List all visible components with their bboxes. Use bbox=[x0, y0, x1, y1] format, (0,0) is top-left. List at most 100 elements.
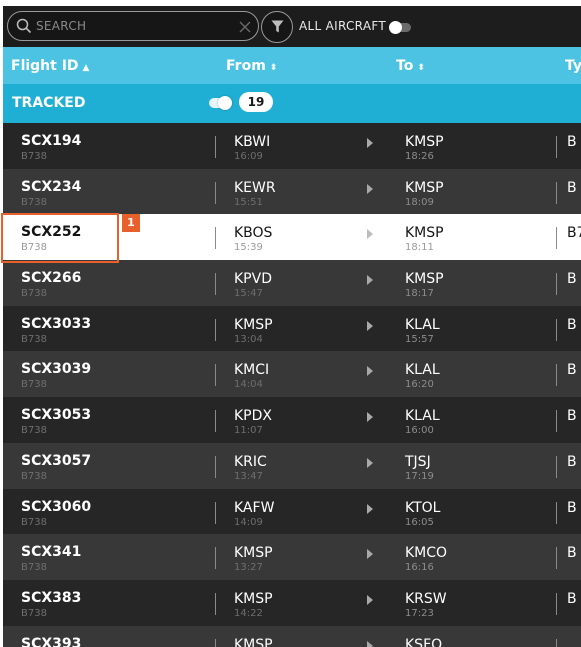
destination-airport: KLAL bbox=[405, 362, 440, 379]
route-arrow-icon bbox=[367, 366, 373, 377]
divider bbox=[556, 227, 557, 250]
origin-airport: KMSP bbox=[234, 636, 273, 647]
flight-id: SCX234 bbox=[21, 178, 82, 195]
highlight-badge: 1 bbox=[122, 214, 140, 232]
destination-airport: KTOL bbox=[405, 499, 441, 516]
flight-id: SCX194 bbox=[21, 133, 82, 149]
arrival-time: 18:11 bbox=[405, 242, 434, 254]
divider bbox=[215, 592, 216, 615]
destination-airport: KMSP bbox=[405, 271, 444, 288]
arrival-time: 17:19 bbox=[405, 470, 434, 482]
flight-row[interactable]: SCX393 KMSP KSFO bbox=[3, 625, 581, 647]
departure-time: 14:22 bbox=[234, 607, 263, 619]
origin-airport: KRIC bbox=[234, 453, 267, 470]
column-type[interactable]: Ty bbox=[565, 58, 581, 74]
origin-airport: KMSP bbox=[234, 316, 273, 333]
type-cell: B bbox=[567, 316, 577, 333]
aircraft-type: B738 bbox=[21, 425, 47, 437]
flight-row[interactable]: SCX266 B738 KPVD 15:47 KMSP 18:17 B bbox=[3, 260, 581, 306]
divider bbox=[215, 410, 216, 433]
origin-airport: KBOS bbox=[234, 225, 273, 242]
column-from[interactable]: From ⬍ bbox=[226, 58, 277, 74]
route-arrow-icon bbox=[367, 183, 373, 194]
sort-icon: ⬍ bbox=[269, 63, 278, 73]
type-cell: B7 bbox=[567, 225, 581, 242]
origin-airport: KPDX bbox=[234, 408, 272, 425]
route-arrow-icon bbox=[367, 457, 373, 468]
column-type-label: Ty bbox=[565, 58, 581, 74]
flight-id: SCX3039 bbox=[21, 361, 92, 378]
divider bbox=[556, 318, 557, 341]
flight-row[interactable]: SCX3057 B738 KRIC 13:47 TJSJ 17:19 B bbox=[3, 442, 581, 489]
flight-id: SCX393 bbox=[21, 635, 82, 647]
aircraft-type: B738 bbox=[21, 196, 47, 208]
column-to-label: To bbox=[396, 58, 414, 74]
departure-time: 11:07 bbox=[234, 425, 263, 437]
route-arrow-icon bbox=[367, 320, 373, 331]
column-flight-id[interactable]: Flight ID ▲ bbox=[11, 58, 89, 74]
origin-airport: KMSP bbox=[234, 545, 273, 562]
aircraft-type: B738 bbox=[21, 288, 47, 300]
departure-time: 14:04 bbox=[234, 379, 263, 391]
flight-list-panel: ALL AIRCRAFT Flight ID▲ From⬍ To⬍ Ty TRA… bbox=[3, 6, 581, 647]
type-cell: B bbox=[567, 408, 577, 425]
tracked-label: TRACKED bbox=[12, 95, 86, 111]
arrival-time: 16:16 bbox=[405, 562, 434, 574]
search-box[interactable] bbox=[7, 11, 259, 41]
arrival-time: 16:00 bbox=[405, 425, 434, 437]
filter-button[interactable] bbox=[261, 11, 293, 43]
flight-row[interactable]: SCX341 B738 KMSP 13:27 KMCO 16:16 B bbox=[3, 534, 581, 580]
sort-icon: ⬍ bbox=[417, 63, 425, 73]
flight-id: SCX3060 bbox=[21, 498, 92, 515]
flight-row[interactable]: SCX194 B738 KBWI 16:09 KMSP 18:26 B bbox=[3, 123, 581, 169]
arrival-time: 15:57 bbox=[405, 333, 434, 345]
divider bbox=[556, 273, 557, 296]
origin-airport: KEWR bbox=[234, 179, 276, 196]
highlight-box bbox=[1, 213, 119, 263]
tracked-count-badge: 19 bbox=[239, 92, 273, 112]
flight-row[interactable]: SCX383 B738 KMSP 14:22 KRSW 17:23 B bbox=[3, 579, 581, 626]
divider bbox=[215, 318, 216, 341]
divider bbox=[215, 273, 216, 296]
column-to[interactable]: To ⬍ bbox=[396, 58, 425, 74]
type-cell: B bbox=[567, 453, 577, 470]
flight-id: SCX266 bbox=[21, 270, 82, 287]
destination-airport: KSFO bbox=[405, 636, 443, 647]
clear-search-icon[interactable] bbox=[238, 19, 252, 33]
flight-row[interactable]: SCX234 B738 KEWR 15:51 KMSP 18:09 B bbox=[3, 168, 581, 215]
divider bbox=[556, 181, 557, 204]
flight-row[interactable]: SCX3060 B738 KAFW 14:09 KTOL 16:05 B bbox=[3, 488, 581, 535]
origin-airport: KMCI bbox=[234, 362, 270, 379]
divider bbox=[215, 181, 216, 204]
column-flight-id-label: Flight ID bbox=[11, 58, 79, 74]
aircraft-type: B738 bbox=[21, 379, 47, 391]
route-arrow-icon bbox=[367, 594, 373, 605]
departure-time: 16:09 bbox=[234, 151, 263, 162]
flight-row[interactable]: SCX3033 B738 KMSP 13:04 KLAL 15:57 B bbox=[3, 305, 581, 352]
route-arrow-icon bbox=[367, 549, 373, 560]
flight-row[interactable]: SCX3053 B738 KPDX 11:07 KLAL 16:00 B bbox=[3, 397, 581, 443]
search-input[interactable] bbox=[36, 16, 226, 36]
flight-id: SCX3033 bbox=[21, 315, 92, 332]
departure-time: 13:27 bbox=[234, 562, 263, 574]
divider bbox=[215, 638, 216, 647]
flight-rows: SCX194 B738 KBWI 16:09 KMSP 18:26 B SCX234 B738 K… bbox=[3, 123, 581, 647]
type-cell: B bbox=[567, 134, 577, 150]
arrival-time: 16:05 bbox=[405, 516, 434, 528]
destination-airport: TJSJ bbox=[405, 453, 431, 470]
aircraft-type: B738 bbox=[21, 516, 47, 528]
divider bbox=[215, 455, 216, 478]
column-from-label: From bbox=[226, 58, 266, 74]
route-arrow-icon bbox=[367, 275, 373, 286]
divider bbox=[556, 136, 557, 158]
flight-row[interactable]: SCX3039 B738 KMCI 14:04 KLAL 16:20 B bbox=[3, 351, 581, 398]
departure-time: 15:51 bbox=[234, 196, 263, 208]
divider bbox=[556, 364, 557, 387]
aircraft-type: B738 bbox=[21, 333, 47, 345]
divider bbox=[215, 136, 216, 158]
flight-id: SCX3057 bbox=[21, 452, 92, 469]
tracked-toggle[interactable] bbox=[209, 96, 232, 110]
divider bbox=[215, 547, 216, 570]
all-aircraft-toggle[interactable] bbox=[389, 21, 411, 34]
divider bbox=[556, 410, 557, 433]
